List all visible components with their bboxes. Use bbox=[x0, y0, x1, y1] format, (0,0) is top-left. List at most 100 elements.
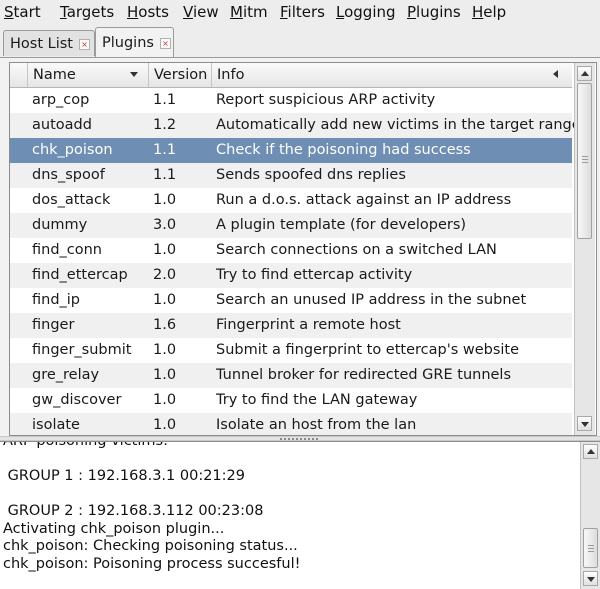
column-header-name[interactable]: Name bbox=[28, 63, 149, 87]
plugin-version: 1.0 bbox=[153, 342, 177, 358]
plugin-info: Tunnel broker for redirected GRE tunnels bbox=[216, 367, 512, 383]
console-line: chk_poison: Checking poisoning status... bbox=[3, 538, 298, 554]
table-row[interactable]: finger 1.6 Fingerprint a remote host bbox=[10, 313, 572, 338]
tab-host-list[interactable]: Host List × bbox=[3, 30, 95, 56]
table-row[interactable]: find_ettercap 2.0 Try to find ettercap act… bbox=[10, 263, 572, 288]
tab-bar: Host List × Plugins × bbox=[0, 24, 600, 58]
console-scrollbar[interactable] bbox=[580, 442, 600, 589]
plugin-name: gw_discover bbox=[32, 392, 122, 408]
table-row[interactable]: dns_spoof 1.1 Sends spoofed dns replies bbox=[10, 163, 572, 188]
sort-left-icon bbox=[553, 70, 558, 78]
plugin-version: 2.0 bbox=[153, 267, 177, 283]
plugin-info: Search connections on a switched LAN bbox=[216, 242, 497, 258]
plugins-panel: Name Version Info arp_cop 1.1 Report suspi… bbox=[0, 57, 600, 437]
plugin-name: dns_spoof bbox=[32, 167, 105, 183]
plugin-version: 3.0 bbox=[153, 217, 177, 233]
plugin-info: Check if the poisoning had success bbox=[216, 142, 471, 158]
column-header-info[interactable]: Info bbox=[212, 63, 572, 87]
plugin-info: Try to find the LAN gateway bbox=[216, 392, 418, 408]
tab-plugins-label: Plugins bbox=[102, 34, 154, 51]
plugin-info: Report suspicious ARP activity bbox=[216, 92, 436, 108]
close-icon[interactable]: × bbox=[78, 39, 90, 50]
plugin-info: Sends spoofed dns replies bbox=[216, 167, 406, 183]
console-scroll-up-button[interactable] bbox=[583, 444, 598, 459]
table-row[interactable]: dos_attack 1.0 Run a d.o.s. attack against… bbox=[10, 188, 572, 213]
plugin-name: dos_attack bbox=[32, 192, 111, 208]
plugin-info: Try to find ettercap activity bbox=[216, 267, 413, 283]
console-scroll-thumb[interactable] bbox=[583, 528, 598, 568]
arrow-down-icon bbox=[587, 577, 595, 582]
plugin-name: finger_submit bbox=[32, 342, 132, 358]
plugin-version: 1.1 bbox=[153, 167, 177, 183]
scroll-up-button[interactable] bbox=[577, 66, 592, 81]
grip-icon bbox=[280, 438, 320, 440]
plugin-version: 1.0 bbox=[153, 292, 177, 308]
scroll-thumb[interactable] bbox=[577, 83, 592, 239]
menu-mitm[interactable]: Mitm bbox=[230, 3, 268, 21]
plugin-name: arp_cop bbox=[32, 92, 90, 108]
arrow-down-icon bbox=[581, 422, 589, 427]
arrow-up-icon bbox=[581, 71, 589, 76]
scroll-down-button[interactable] bbox=[577, 416, 592, 431]
plugin-rows: arp_cop 1.1 Report suspicious ARP activity… bbox=[10, 88, 581, 435]
table-row[interactable]: finger_submit 1.0 Submit a fingerprint to … bbox=[10, 338, 572, 363]
table-row[interactable]: arp_cop 1.1 Report suspicious ARP activity bbox=[10, 88, 572, 113]
plugin-info: Submit a fingerprint to ettercap's websi… bbox=[216, 342, 520, 358]
menu-logging[interactable]: Logging bbox=[336, 3, 396, 21]
console-line: GROUP 1 : 192.168.3.1 00:21:29 bbox=[3, 468, 245, 484]
console-line: chk_poison: Poisoning process succesful! bbox=[3, 555, 301, 572]
table-row[interactable]: gw_discover 1.0 Try to find the LAN gatewa… bbox=[10, 388, 572, 413]
close-icon[interactable]: × bbox=[159, 38, 171, 49]
list-header: Name Version Info bbox=[10, 63, 572, 88]
plugin-version: 1.6 bbox=[153, 317, 177, 333]
column-name-label: Name bbox=[33, 67, 76, 83]
menu-plugins[interactable]: Plugins bbox=[407, 3, 461, 21]
menu-help[interactable]: Help bbox=[472, 3, 506, 21]
menu-hosts[interactable]: Hosts bbox=[127, 3, 169, 21]
table-row[interactable]: find_conn 1.0 Search connections on a swit… bbox=[10, 238, 572, 263]
console-text: ARP poisoning victims: GROUP 1 : 192.168… bbox=[3, 441, 579, 573]
sort-down-icon bbox=[130, 72, 138, 77]
menu-start[interactable]: Start bbox=[4, 3, 41, 21]
console-line: Activating chk_poison plugin... bbox=[3, 520, 225, 537]
plugin-info: Automatically add new victims in the tar… bbox=[216, 117, 581, 133]
console-scroll-down-button[interactable] bbox=[583, 571, 598, 586]
table-row[interactable]: gre_relay 1.0 Tunnel broker for redirected… bbox=[10, 363, 572, 388]
plugin-version: 1.0 bbox=[153, 367, 177, 383]
plugin-info: Fingerprint a remote host bbox=[216, 317, 401, 333]
menu-targets[interactable]: Targets bbox=[60, 3, 114, 21]
tab-plugins[interactable]: Plugins × bbox=[95, 27, 174, 57]
plugin-info: Search an unused IP address in the subne… bbox=[216, 292, 527, 308]
plugin-version: 1.2 bbox=[153, 117, 177, 133]
menu-filters[interactable]: Filters bbox=[280, 3, 325, 21]
console-line: ARP poisoning victims: bbox=[3, 441, 168, 449]
console-line: GROUP 2 : 192.168.3.112 00:23:08 bbox=[3, 503, 264, 519]
column-info-label: Info bbox=[217, 67, 245, 83]
table-row[interactable]: isolate 1.0 Isolate an host from the lan bbox=[10, 413, 572, 435]
plugin-name: autoadd bbox=[32, 117, 92, 133]
plugin-version: 1.1 bbox=[153, 92, 177, 108]
plugin-version: 1.0 bbox=[153, 392, 177, 408]
table-row[interactable]: find_ip 1.0 Search an unused IP address in… bbox=[10, 288, 572, 313]
plugin-name: finger bbox=[32, 317, 75, 333]
menu-view[interactable]: View bbox=[183, 3, 219, 21]
plugin-name: find_ettercap bbox=[32, 267, 128, 283]
plugin-version: 1.0 bbox=[153, 417, 177, 433]
column-version-label: Version bbox=[154, 67, 208, 83]
plugin-info: A plugin template (for developers) bbox=[216, 217, 467, 233]
plugin-name: find_conn bbox=[32, 242, 103, 258]
column-header-version[interactable]: Version bbox=[149, 63, 212, 87]
plugin-name: isolate bbox=[32, 417, 80, 433]
table-row[interactable]: chk_poison 1.1 Check if the poisoning had … bbox=[10, 138, 572, 163]
plugin-name: dummy bbox=[32, 217, 88, 233]
plugin-name: chk_poison bbox=[32, 142, 113, 158]
plugin-version: 1.0 bbox=[153, 242, 177, 258]
list-scrollbar[interactable] bbox=[574, 63, 595, 435]
table-row[interactable]: dummy 3.0 A plugin template (for developer… bbox=[10, 213, 572, 238]
menu-bar: Start Targets Hosts View Mitm Filters Lo… bbox=[0, 0, 600, 24]
tab-host-list-label: Host List bbox=[10, 35, 73, 52]
message-console: ARP poisoning victims: GROUP 1 : 192.168… bbox=[0, 441, 600, 589]
table-row[interactable]: autoadd 1.2 Automatically add new victims … bbox=[10, 113, 581, 138]
